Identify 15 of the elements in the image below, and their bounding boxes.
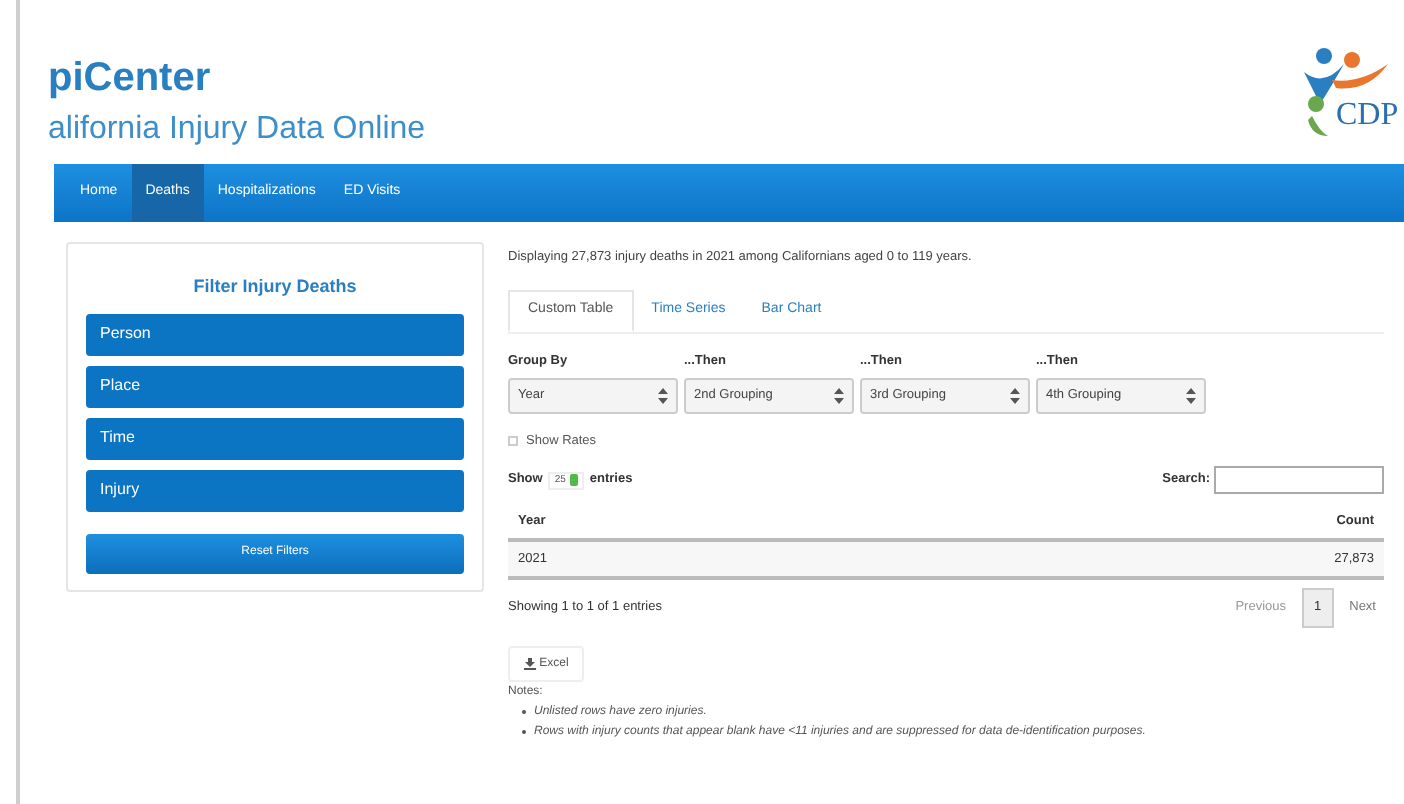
checkbox[interactable] — [508, 435, 518, 446]
site-title: piCenter — [48, 56, 213, 100]
download-icon — [523, 658, 536, 670]
logo: CDP — [1300, 44, 1404, 140]
filter-category-button[interactable]: Injury — [86, 469, 464, 511]
select-arrows-icon — [834, 387, 844, 403]
filter-category-button[interactable]: Time — [86, 417, 464, 459]
panel-title: Filter Injury Deaths — [191, 274, 359, 300]
search-field[interactable] — [1214, 466, 1384, 495]
select-arrows-icon — [1186, 387, 1196, 403]
select-arrows-icon — [658, 387, 668, 403]
site-subtitle: alifornia Injury Data Online — [48, 110, 426, 150]
filter-category-button[interactable]: Person — [86, 313, 464, 355]
select-arrows-icon — [1010, 387, 1020, 403]
filter-category-button[interactable]: Place — [86, 365, 464, 407]
